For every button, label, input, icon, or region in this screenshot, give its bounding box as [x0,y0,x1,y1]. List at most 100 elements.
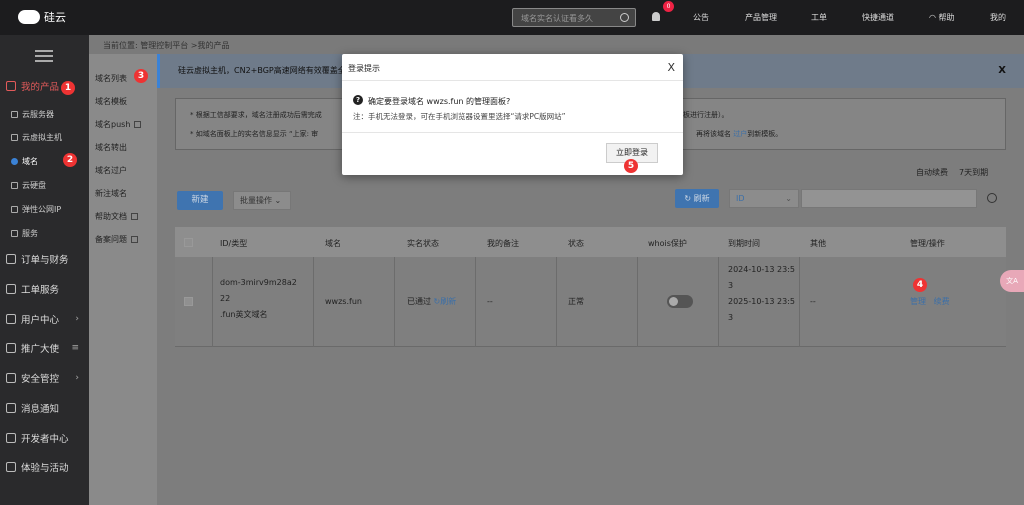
ip-icon [11,205,18,213]
sidebar-sub-label: 域名 [22,156,38,166]
sidebar-item-user-center[interactable]: 用户中心 › [0,306,89,332]
chevron-down-icon: ⌄ [274,196,282,205]
subnav-help-docs[interactable]: 帮助文档 [95,211,138,222]
banner-text[interactable]: 硅云虚拟主机，CN2+BGP高速网络有效覆盖全 [178,65,346,76]
sidebar-item-label: 我的产品 [21,82,60,93]
sidebar-item-label: 推广大使 [21,344,60,355]
manage-link[interactable]: 管理 [910,297,926,306]
whois-toggle[interactable] [667,295,693,308]
notice-line-1: * 根据工信部要求，域名注册成功后需完成 [190,110,322,120]
sidebar-item-tickets[interactable]: 工单服务 [0,276,89,302]
subnav-domain-list[interactable]: 域名列表 [95,73,127,84]
collapse-icon[interactable]: ≡ [71,343,79,353]
order-icon [6,254,16,264]
cloud-logo-icon [18,10,40,24]
question-icon: ? [353,95,363,105]
nav-help[interactable]: ◠ 帮助 [929,12,955,23]
sidebar-sub-label: 服务 [22,228,38,238]
login-prompt-dialog: 登录提示 X ? 确定要登录域名 wwzs.fun 的管理面板? 注：手机无法登… [342,54,683,175]
column-divider [313,257,314,347]
subnav-domain-transfer-out[interactable]: 域名转出 [95,142,127,153]
search-icon[interactable] [620,13,629,22]
translate-icon[interactable]: 文A [1000,270,1024,292]
date-text: 2025-10-13 23:5 [728,297,795,306]
sidebar-sub-service[interactable]: 服务 [0,221,89,245]
nav-product-management[interactable]: 产品管理 [745,12,777,23]
chevron-right-icon: › [75,373,79,383]
step-marker: 2 [63,153,77,167]
dialog-close-button[interactable]: X [667,61,675,74]
sidebar-item-developer[interactable]: 开发者中心 [0,425,89,451]
search-icon[interactable] [987,193,997,203]
sidebar-item-orders[interactable]: 订单与财务 [0,246,89,272]
filter-auto-renew[interactable]: 自动续费 [916,167,948,178]
column-divider [637,257,638,347]
column-divider [475,257,476,347]
notice-line-1-tail: 模板进行注册）。 [676,111,729,119]
chevron-right-icon: › [75,314,79,324]
subnav-new-domain[interactable]: 新注域名 [95,188,127,199]
cell-remark[interactable]: -- [487,294,493,310]
product-icon [6,81,16,91]
subnav-label: 备案问题 [95,235,127,244]
renew-link[interactable]: 续费 [934,297,950,306]
id-search-input[interactable] [801,189,977,208]
realname-refresh-link[interactable]: ↻刷新 [434,297,457,306]
nav-shortcut[interactable]: 快捷通道 [862,12,894,23]
code-icon [6,433,16,443]
sidebar-item-label: 工单服务 [21,285,60,296]
nav-ticket[interactable]: 工单 [811,12,827,23]
refresh-label: 刷新 [693,194,710,203]
column-divider [556,257,557,347]
sidebar-item-activities[interactable]: 体验与活动 [0,454,89,480]
batch-operation-select[interactable]: 批量操作 ⌄ [233,191,291,210]
sidebar-item-messages[interactable]: 消息通知 [0,395,89,421]
external-link-icon [134,121,142,128]
notice-text: 到新模板。 [747,130,783,138]
nav-mine[interactable]: 我的 [990,12,1006,23]
cell-domain[interactable]: wwzs.fun [325,294,362,310]
refresh-button[interactable]: ↻ 刷新 [675,189,719,208]
sidebar-item-label: 体验与活动 [21,463,69,474]
select-all-checkbox[interactable] [184,238,193,247]
batch-label: 批量操作 [240,196,272,205]
subnav-domain-ownership-transfer[interactable]: 域名过户 [95,165,127,176]
user-icon [6,314,16,324]
id-line: dom-3mirv9m28a2 [220,278,297,287]
banner-close-button[interactable]: X [998,65,1006,76]
id-filter-select[interactable]: ID ⌄ [729,189,799,208]
nav-help-label: 帮助 [938,13,955,22]
sidebar-item-security[interactable]: 安全管控 › [0,365,89,391]
sidebar-sub-cloud-server[interactable]: 云服务器 [0,102,89,126]
row-checkbox[interactable] [184,297,193,306]
subnav-filing-issues[interactable]: 备案问题 [95,234,138,245]
brand-logo[interactable]: 硅云 [18,9,66,25]
sidebar-sub-elastic-ip[interactable]: 弹性公网IP [0,197,89,221]
sidebar-item-promotion[interactable]: 推广大使 ≡ [0,335,89,361]
brand-name: 硅云 [44,11,66,24]
sidebar-sub-virtual-host[interactable]: 云虚拟主机 [0,125,89,149]
sidebar-sub-label: 弹性公网IP [22,204,62,214]
col-whois: whois保护 [648,239,687,248]
sidebar-sub-cloud-disk[interactable]: 云硬盘 [0,173,89,197]
sidebar-item-my-products[interactable]: 我的产品 [0,73,89,99]
column-divider [212,257,213,347]
external-link-icon [131,236,138,243]
transfer-link[interactable]: 过户 [733,130,747,138]
search-input[interactable]: 域名实名认证看多久 [512,8,636,27]
bell-icon[interactable] [652,12,660,21]
cell-id: dom-3mirv9m28a2 22 .fun英文域名 [220,275,297,323]
nav-announcement[interactable]: 公告 [693,12,709,23]
col-remark: 我的备注 [487,239,519,248]
subnav-domain-push[interactable]: 域名push [95,119,142,130]
dialog-message: 确定要登录域名 wwzs.fun 的管理面板? [368,97,511,106]
filter-expiring[interactable]: 7天到期 [959,167,988,178]
column-divider [799,257,800,347]
top-bar: 硅云 域名实名认证看多久 0 公告 产品管理 工单 快捷通道 ◠ 帮助 我的 [0,0,1024,35]
gift-icon [6,462,16,472]
new-button[interactable]: 新建 [177,191,223,210]
cell-other: -- [810,297,816,306]
refresh-icon: ↻ [684,194,694,203]
menu-toggle-icon[interactable] [35,50,53,62]
subnav-domain-template[interactable]: 域名模板 [95,96,127,107]
